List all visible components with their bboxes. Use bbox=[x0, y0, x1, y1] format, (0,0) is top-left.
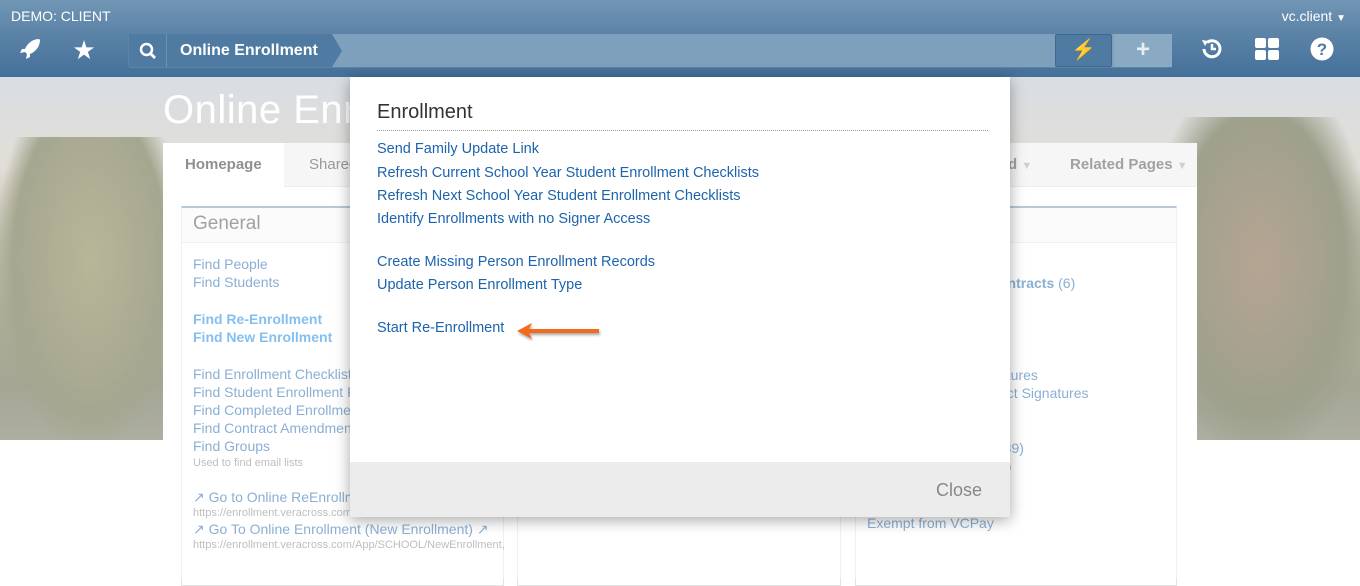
star-icon[interactable]: ★ bbox=[70, 36, 98, 64]
bolt-icon[interactable]: ⚡ bbox=[1055, 34, 1112, 67]
user-menu[interactable]: vc.client ▼ bbox=[1282, 8, 1346, 24]
update-enrollment-type-link[interactable]: Update Person Enrollment Type bbox=[377, 277, 582, 293]
refresh-next-checklists-link[interactable]: Refresh Next School Year Student Enrollm… bbox=[377, 188, 741, 204]
plus-icon[interactable]: + bbox=[1114, 34, 1172, 67]
help-icon[interactable]: ? bbox=[1308, 36, 1336, 64]
environment-label: DEMO: CLIENT bbox=[11, 8, 111, 24]
refresh-current-checklists-link[interactable]: Refresh Current School Year Student Enro… bbox=[377, 165, 759, 181]
search-icon[interactable] bbox=[129, 34, 167, 67]
rocket-icon[interactable] bbox=[16, 36, 44, 64]
grid-icon[interactable] bbox=[1253, 36, 1281, 64]
modal-title: Enrollment bbox=[377, 101, 988, 131]
close-button[interactable]: Close bbox=[936, 480, 982, 501]
svg-text:?: ? bbox=[1317, 40, 1327, 59]
enrollment-modal: Enrollment Send Family Update Link Refre… bbox=[350, 77, 1010, 517]
modal-footer: Close bbox=[350, 462, 1010, 517]
top-header: DEMO: CLIENT vc.client ▼ ★ Online Enroll… bbox=[0, 0, 1360, 77]
breadcrumb-bar: Online Enrollment ⚡ + bbox=[128, 33, 1172, 68]
send-family-update-link[interactable]: Send Family Update Link bbox=[377, 141, 539, 157]
breadcrumb-online-enrollment[interactable]: Online Enrollment bbox=[167, 34, 342, 67]
history-icon[interactable] bbox=[1198, 36, 1226, 64]
create-missing-records-link[interactable]: Create Missing Person Enrollment Records bbox=[377, 254, 655, 270]
start-re-enrollment-link[interactable]: Start Re-Enrollment bbox=[377, 320, 504, 336]
identify-no-signer-link[interactable]: Identify Enrollments with no Signer Acce… bbox=[377, 211, 650, 227]
arrow-annotation-icon bbox=[517, 323, 599, 339]
